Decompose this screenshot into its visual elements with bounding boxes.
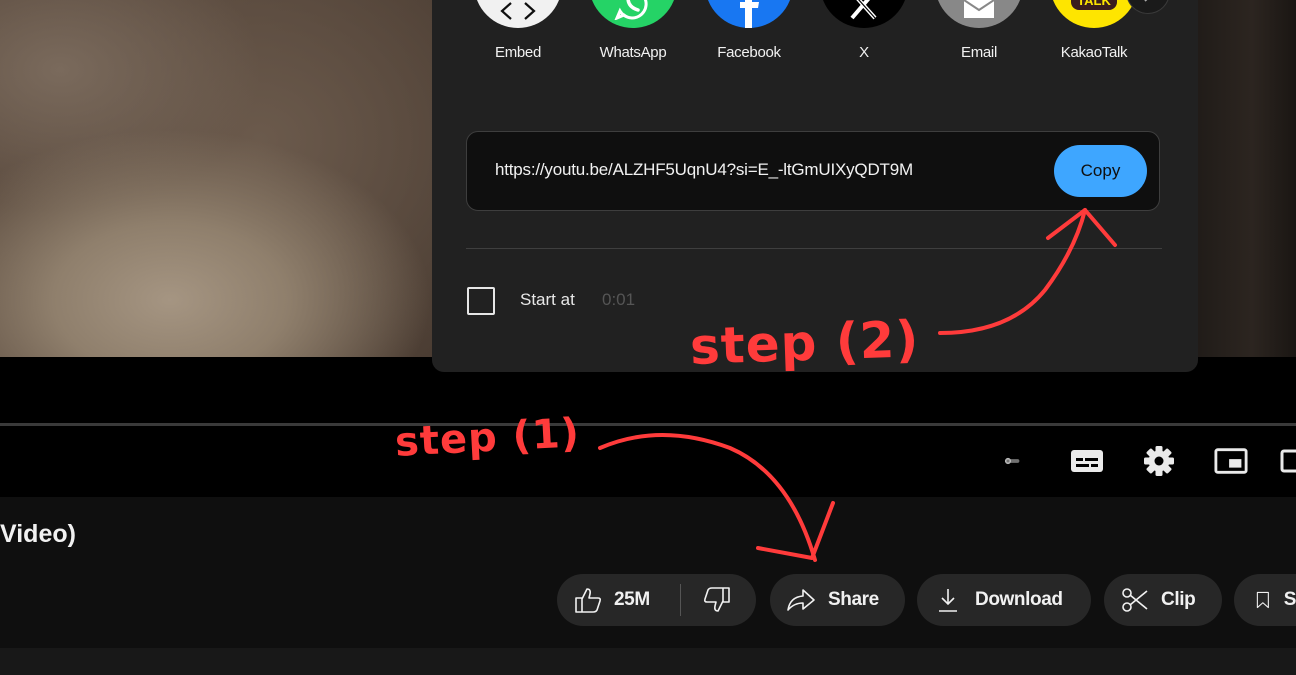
settings-button[interactable]: [1142, 446, 1176, 476]
video-title: Video): [0, 520, 76, 548]
facebook-icon: [705, 0, 793, 28]
thumbs-up-icon: [575, 588, 602, 613]
share-whatsapp[interactable]: WhatsApp: [583, 0, 683, 61]
autoplay-toggle[interactable]: [986, 446, 1020, 476]
share-button-label: Share: [828, 589, 879, 610]
autoplay-toggle-icon: [1004, 457, 1020, 465]
share-kakaotalk[interactable]: TALK KakaoTalk: [1044, 0, 1144, 61]
like-button[interactable]: 25M: [557, 587, 663, 613]
subtitles-button[interactable]: [1070, 446, 1104, 476]
video-frame-edge: [1186, 0, 1296, 357]
scissors-icon: [1122, 588, 1148, 612]
embed-icon: [474, 0, 562, 28]
copy-button[interactable]: Copy: [1054, 145, 1147, 197]
dislike-button[interactable]: [681, 587, 731, 613]
save-button[interactable]: S: [1234, 574, 1296, 626]
start-at-time[interactable]: 0:01: [602, 290, 635, 310]
download-button-label: Download: [975, 589, 1063, 610]
like-count: 25M: [614, 589, 650, 610]
theater-mode-button[interactable]: [1276, 446, 1296, 476]
start-at-checkbox[interactable]: [467, 287, 495, 315]
theater-mode-icon: [1280, 449, 1296, 473]
share-facebook-label: Facebook: [717, 44, 781, 61]
share-whatsapp-label: WhatsApp: [599, 44, 667, 61]
miniplayer-icon: [1214, 448, 1248, 474]
share-x[interactable]: X: [814, 0, 914, 61]
kakaotalk-icon: TALK: [1050, 0, 1138, 28]
email-icon: [935, 0, 1023, 28]
download-button[interactable]: Download: [917, 574, 1091, 626]
player-control-bar: [0, 357, 1296, 497]
share-email[interactable]: Email: [929, 0, 1029, 61]
share-divider: [466, 248, 1162, 249]
save-button-label: S: [1283, 589, 1296, 610]
share-embed-label: Embed: [494, 44, 542, 61]
share-kakaotalk-label: KakaoTalk: [1060, 44, 1128, 61]
gear-icon: [1144, 446, 1174, 476]
share-embed[interactable]: Embed: [468, 0, 568, 61]
subtitles-icon: [1071, 450, 1103, 472]
like-dislike-group: 25M: [557, 574, 756, 626]
x-icon: [820, 0, 908, 28]
start-at-label: Start at: [520, 290, 575, 309]
annotation-step-2: step (2): [689, 310, 921, 376]
chevron-right-icon: [1144, 0, 1148, 2]
bookmark-icon: [1256, 591, 1269, 609]
clip-button[interactable]: Clip: [1104, 574, 1222, 626]
share-link-text[interactable]: https://youtu.be/ALZHF5UqnU4?si=E_-ltGmU…: [495, 160, 913, 180]
annotation-step-1: step (1): [393, 410, 582, 466]
description-strip: [0, 648, 1296, 675]
share-email-label: Email: [960, 44, 997, 61]
thumbs-down-icon: [703, 587, 730, 612]
whatsapp-icon: [589, 0, 677, 28]
share-link-box: https://youtu.be/ALZHF5UqnU4?si=E_-ltGmU…: [466, 131, 1160, 211]
clip-button-label: Clip: [1161, 589, 1196, 610]
share-arrow-icon: [787, 589, 815, 611]
progress-bar[interactable]: [0, 423, 1296, 426]
miniplayer-button[interactable]: [1214, 446, 1248, 476]
share-x-label: X: [859, 44, 869, 61]
share-facebook[interactable]: Facebook: [699, 0, 799, 61]
download-icon: [939, 589, 957, 612]
kakaotalk-badge: TALK: [1071, 0, 1117, 10]
share-button[interactable]: Share: [770, 574, 905, 626]
arrow-step-1-head: [756, 501, 835, 560]
